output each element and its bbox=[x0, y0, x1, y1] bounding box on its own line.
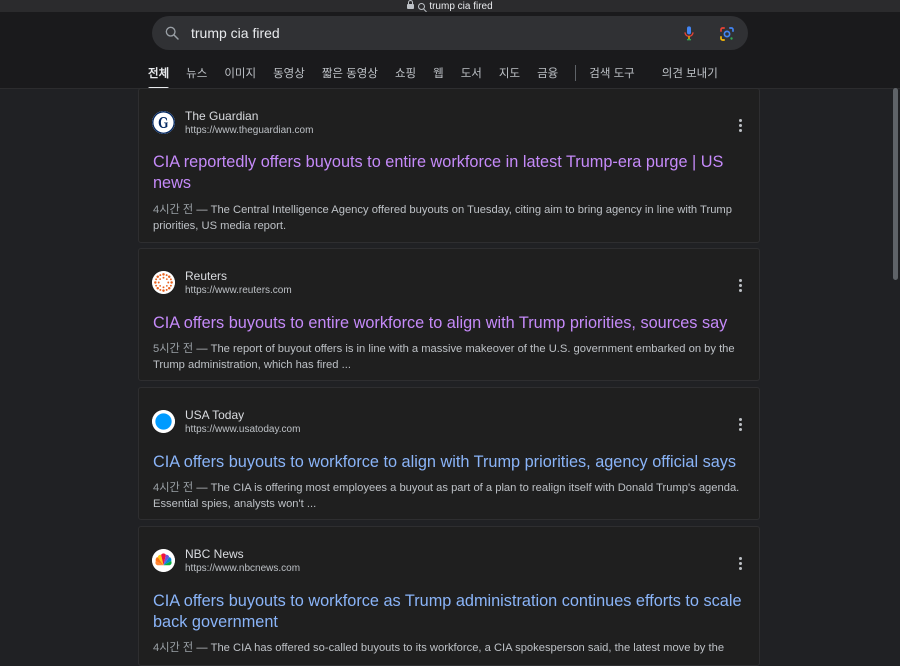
result-snippet-text: — The Central Intelligence Agency offere… bbox=[153, 204, 732, 232]
result-site-name: USA Today bbox=[185, 408, 245, 422]
usa-today-logo-icon bbox=[152, 410, 175, 433]
tab-images[interactable]: 이미지 bbox=[224, 65, 256, 81]
result-url[interactable]: https://www.theguardian.com bbox=[185, 125, 313, 136]
search-input[interactable]: trump cia fired bbox=[191, 25, 280, 41]
search-header: trump cia fired 전체 뉴스 이미지 동영상 짧은 동영상 쇼핑 … bbox=[0, 12, 900, 90]
more-options-icon[interactable] bbox=[739, 119, 743, 133]
tab-maps[interactable]: 지도 bbox=[499, 65, 520, 81]
result-url[interactable]: https://www.reuters.com bbox=[185, 285, 292, 296]
result-card: Reuters https://www.reuters.com CIA offe… bbox=[138, 248, 760, 381]
microphone-icon[interactable] bbox=[681, 25, 697, 41]
result-card: USA Today https://www.usatoday.com CIA o… bbox=[138, 387, 760, 520]
search-tabs: 전체 뉴스 이미지 동영상 짧은 동영상 쇼핑 웹 도서 지도 금융 검색 도구… bbox=[148, 64, 735, 90]
result-title-link[interactable]: CIA reportedly offers buyouts to entire … bbox=[153, 152, 753, 194]
search-icon bbox=[165, 26, 179, 40]
result-snippet: 4시간 전 — The Central Intelligence Agency … bbox=[153, 202, 753, 234]
result-title-link[interactable]: CIA offers buyouts to workforce to align… bbox=[153, 452, 753, 473]
feedback-link[interactable]: 의견 보내기 bbox=[662, 65, 718, 81]
tab-books[interactable]: 도서 bbox=[461, 65, 482, 81]
guardian-logo-icon bbox=[152, 111, 175, 134]
result-card: The Guardian https://www.theguardian.com… bbox=[138, 88, 760, 243]
tab-shopping[interactable]: 쇼핑 bbox=[395, 65, 416, 81]
result-date: 4시간 전 bbox=[153, 204, 194, 216]
nbc-peacock-logo-icon bbox=[152, 549, 175, 572]
result-snippet: 4시간 전 — The CIA has offered so-called bu… bbox=[153, 640, 753, 656]
google-lens-icon[interactable] bbox=[718, 25, 736, 43]
result-snippet: 4시간 전 — The CIA is offering most employe… bbox=[153, 480, 753, 512]
result-card: NBC News https://www.nbcnews.com CIA off… bbox=[138, 526, 760, 666]
result-date: 5시간 전 bbox=[153, 343, 194, 355]
result-snippet-text: — The CIA is offering most employees a b… bbox=[153, 482, 740, 510]
result-url[interactable]: https://www.usatoday.com bbox=[185, 424, 300, 435]
tab-all[interactable]: 전체 bbox=[148, 65, 170, 90]
browser-url-bar[interactable]: trump cia fired bbox=[0, 0, 900, 12]
result-site-name: The Guardian bbox=[185, 109, 259, 123]
result-date: 4시간 전 bbox=[153, 642, 194, 654]
result-site-name: Reuters bbox=[185, 269, 228, 283]
tab-news[interactable]: 뉴스 bbox=[186, 65, 207, 81]
result-url[interactable]: https://www.nbcnews.com bbox=[185, 563, 300, 574]
result-date: 4시간 전 bbox=[153, 482, 194, 494]
tab-divider bbox=[575, 65, 577, 81]
search-icon bbox=[418, 2, 426, 10]
tab-web[interactable]: 웹 bbox=[433, 65, 444, 81]
tab-videos[interactable]: 동영상 bbox=[273, 65, 305, 81]
tab-short-videos[interactable]: 짧은 동영상 bbox=[322, 65, 378, 81]
search-tools-button[interactable]: 검색 도구 bbox=[589, 65, 635, 81]
search-box[interactable]: trump cia fired bbox=[152, 16, 748, 50]
more-options-icon[interactable] bbox=[739, 557, 743, 571]
result-title-link[interactable]: CIA offers buyouts to workforce as Trump… bbox=[153, 591, 753, 633]
more-options-icon[interactable] bbox=[739, 418, 743, 432]
browser-url-text: trump cia fired bbox=[429, 0, 493, 12]
result-snippet-text: — The report of buyout offers is in line… bbox=[153, 343, 735, 371]
result-snippet: 5시간 전 — The report of buyout offers is i… bbox=[153, 341, 753, 373]
lock-icon bbox=[407, 0, 415, 10]
result-title-link[interactable]: CIA offers buyouts to entire workforce t… bbox=[153, 313, 753, 334]
tab-finance[interactable]: 금융 bbox=[537, 65, 558, 81]
more-options-icon[interactable] bbox=[739, 279, 743, 293]
result-snippet-text: — The CIA has offered so-called buyouts … bbox=[193, 642, 725, 654]
reuters-logo-icon bbox=[152, 271, 175, 294]
result-site-name: NBC News bbox=[185, 547, 244, 561]
page-scrollbar[interactable] bbox=[893, 88, 898, 280]
